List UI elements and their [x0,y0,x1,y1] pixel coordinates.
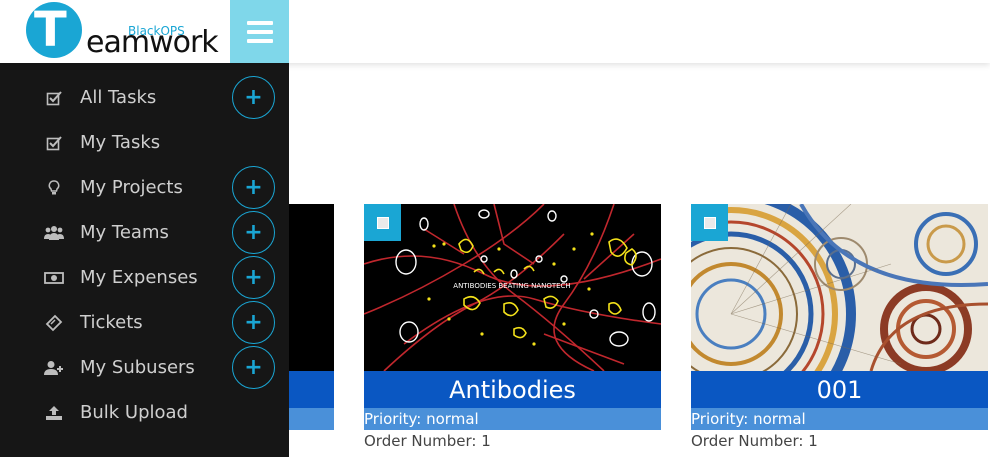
teamwork-app: ANTIBODIES BEATING NANOTECH Antibodies P… [0,0,990,457]
add-subuser-button[interactable]: + [232,346,275,389]
sidebar-item-my-subusers[interactable]: My Subusers + [0,345,289,390]
add-team-button[interactable]: + [232,211,275,254]
sidebar-nav: All Tasks + My Tasks My Projects + My Te… [0,63,289,457]
add-expense-button[interactable]: + [232,256,275,299]
logo-letter: T [34,2,67,58]
sidebar-item-bulk-upload[interactable]: Bulk Upload [0,390,289,435]
user-plus-icon [44,358,64,378]
add-ticket-button[interactable]: + [232,301,275,344]
hamburger-menu-button[interactable] [230,0,289,63]
hamburger-bar [246,20,273,25]
artwork-caption: ANTIBODIES BEATING NANOTECH [453,282,570,290]
antibodies-artwork: ANTIBODIES BEATING NANOTECH [364,204,661,371]
add-task-button[interactable]: + [232,76,275,119]
sidebar-item-label: My Subusers [80,357,195,378]
task-card-image: ANTIBODIES BEATING NANOTECH [364,204,661,371]
add-project-button[interactable]: + [232,166,275,209]
sidebar-item-label: Bulk Upload [80,402,188,423]
task-card[interactable]: 001 Priority: normal Order Number: 1 [691,204,988,452]
sidebar-item-label: My Projects [80,177,183,198]
task-card-priority: Priority: normal [364,408,661,430]
lightbulb-icon [44,178,64,198]
task-card-order-number: Order Number: 1 [691,432,818,450]
top-header: T BlackOPS eamwork [0,0,990,63]
sidebar-item-label: My Tasks [80,132,161,153]
sidebar-item-my-projects[interactable]: My Projects + [0,165,289,210]
teamwork-logo[interactable]: T BlackOPS eamwork [0,0,230,63]
sidebar-item-tickets[interactable]: Tickets + [0,300,289,345]
check-square-icon [44,88,64,108]
users-icon [44,223,64,243]
sidebar-item-all-tasks[interactable]: All Tasks + [0,75,289,120]
logo-wordmark: eamwork [86,25,219,60]
money-icon [44,268,64,288]
sidebar-item-my-expenses[interactable]: My Expenses + [0,255,289,300]
task-card-title[interactable]: 001 [691,371,988,408]
sidebar-item-label: All Tasks [80,87,157,108]
hamburger-bar [246,29,273,34]
check-square-icon [44,133,64,153]
sidebar-item-label: My Teams [80,222,169,243]
sidebar-item-label: Tickets [80,312,143,333]
upload-icon [44,403,64,423]
task-card-image [691,204,988,371]
task-card[interactable]: ANTIBODIES BEATING NANOTECH Antibodies P… [364,204,661,452]
task-card-title[interactable]: Antibodies [364,371,661,408]
checkbox-box [376,216,389,229]
sidebar-item-label: My Expenses [80,267,198,288]
ticket-icon [44,313,64,333]
sidebar-item-my-teams[interactable]: My Teams + [0,210,289,255]
task-card-order-number: Order Number: 1 [364,432,491,450]
task-card-checkbox[interactable] [691,204,728,241]
task-card-checkbox[interactable] [364,204,401,241]
hamburger-bar [246,38,273,43]
checkbox-box [703,216,716,229]
task-card-priority: Priority: normal [691,408,988,430]
sidebar-item-my-tasks[interactable]: My Tasks [0,120,289,165]
fractal-clockwork-artwork [691,204,988,371]
